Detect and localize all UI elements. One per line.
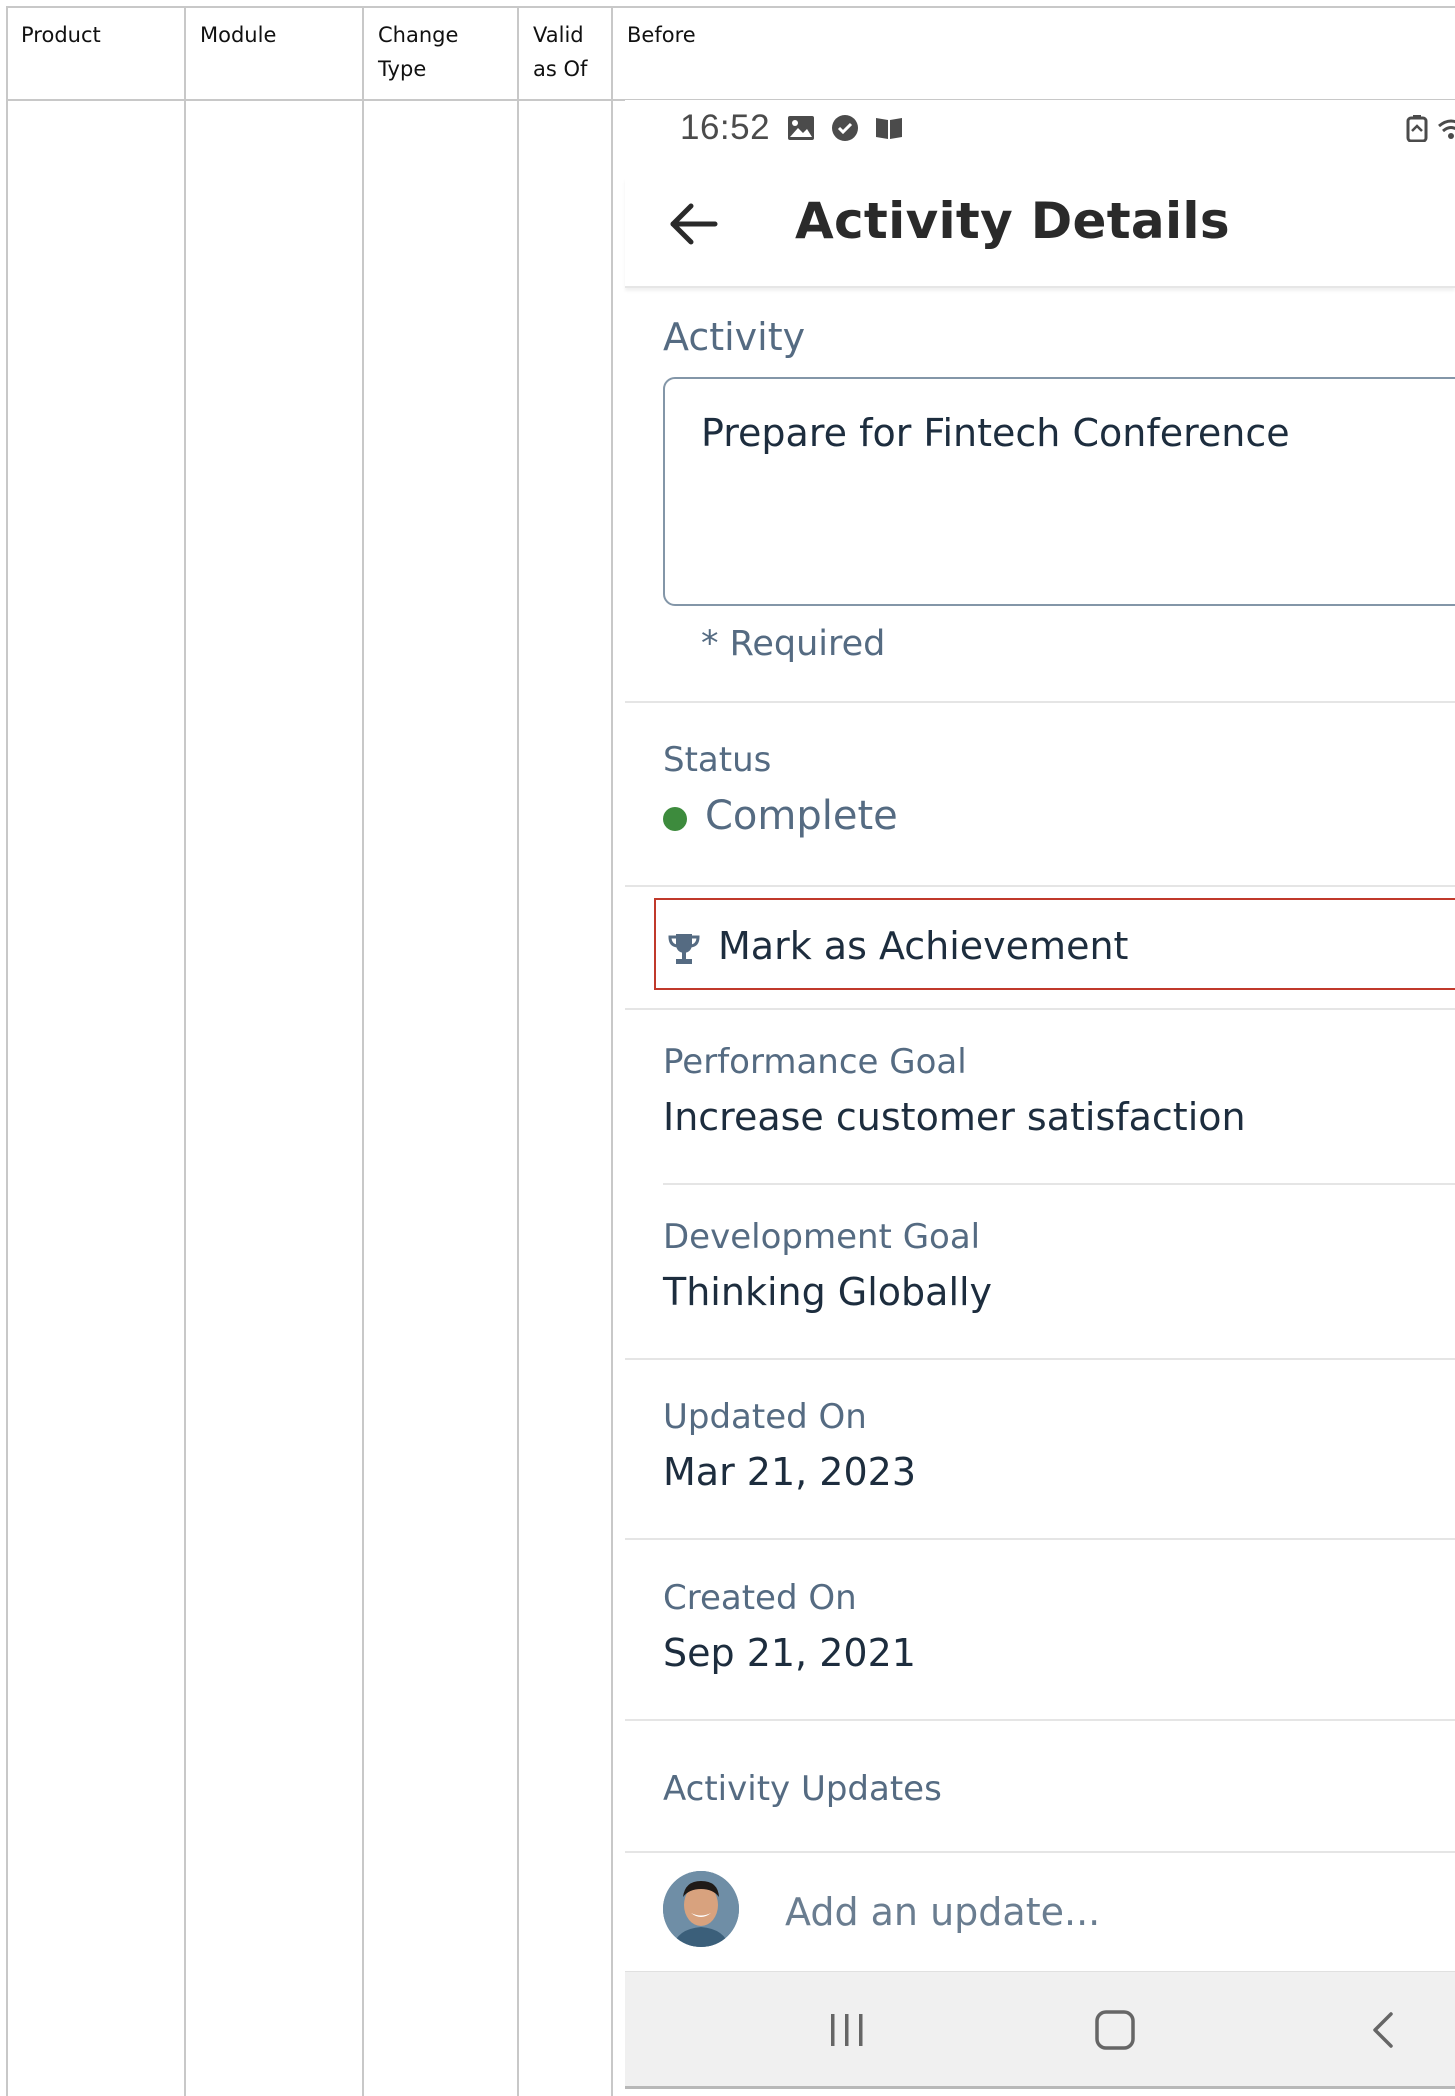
divider [625,1719,1455,1721]
trophy-icon [668,934,700,964]
column-header-module: Module [200,23,277,47]
divider [625,885,1455,887]
arrow-left-icon[interactable] [663,194,723,254]
system-nav-bar [625,1972,1455,2089]
achievement-label: Mark as Achievement [718,924,1129,968]
add-update-input[interactable]: Add an update... [785,1890,1100,1934]
recent-apps-icon[interactable] [825,2008,869,2052]
back-chevron-icon[interactable] [1361,2008,1405,2052]
activity-input-value: Prepare for Fintech Conference [701,411,1290,455]
divider [625,1358,1455,1360]
status-bar: 16:52 [625,100,1455,178]
divider [625,1008,1455,1010]
status-time: 16:52 [680,108,771,147]
activity-label: Activity [663,315,806,359]
development-goal-value[interactable]: Thinking Globally [663,1270,992,1314]
check-circle-icon [832,115,858,141]
book-icon [876,118,902,139]
created-on-value: Sep 21, 2021 [663,1631,916,1675]
status-label: Status [663,740,772,780]
image-icon [788,116,814,140]
activity-input[interactable]: Prepare for Fintech Conference [663,377,1455,606]
divider [625,1851,1455,1853]
column-divider [362,6,364,2096]
mark-as-achievement-button[interactable]: Mark as Achievement [654,898,1455,990]
column-header-change-type: Change Type [378,23,459,81]
column-divider [611,6,613,2096]
column-header-product: Product [21,23,101,47]
column-header-before: Before [627,23,696,47]
performance-goal-value[interactable]: Increase customer satisfaction [663,1095,1246,1139]
app-bar: Activity Details [625,178,1455,288]
column-divider [184,6,186,2096]
divider [663,1183,1455,1185]
home-icon[interactable] [1093,2008,1137,2052]
divider [625,1538,1455,1540]
column-header-valid-as-of: Valid as Of [533,23,588,81]
required-note: * Required [701,624,886,664]
status-value[interactable]: Complete [705,793,898,839]
created-on-label: Created On [663,1578,857,1618]
column-divider [517,6,519,2096]
activity-updates-label: Activity Updates [663,1769,942,1809]
updated-on-label: Updated On [663,1397,867,1437]
avatar [663,1871,739,1947]
performance-goal-label: Performance Goal [663,1042,967,1082]
divider [625,701,1455,703]
updated-on-value: Mar 21, 2023 [663,1450,916,1494]
wifi-icon [1438,119,1455,139]
battery-icon [1406,115,1428,142]
phone-screenshot: 16:52 Activity Details Activity Prepare … [625,100,1455,2089]
status-indicator-dot [663,807,687,831]
page-title: Activity Details [795,192,1230,250]
development-goal-label: Development Goal [663,1217,981,1257]
